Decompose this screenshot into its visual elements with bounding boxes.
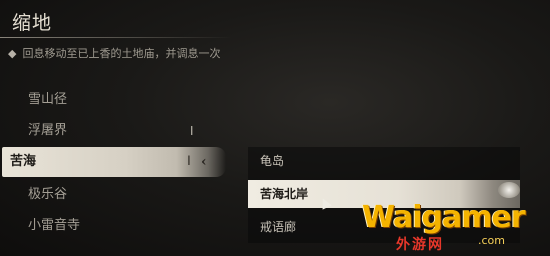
watermark-logo: Waigamer [362,200,526,235]
location-item-jileigu[interactable]: 极乐谷 [0,180,67,210]
sub-location-label: 戒语廊 [260,220,297,234]
hint-text-row: ◆ 回息移动至已上香的土地庙，并调息一次 [8,45,220,61]
ink-brush-icon [498,182,520,198]
location-item-xiaoleiyinsi[interactable]: 小雷音寺 [0,211,80,241]
sub-location-item-guidao[interactable]: 龟岛 [248,147,520,175]
watermark-cn-text: 外游网 [396,237,444,253]
watermark-logo-text: Waigamer [362,200,526,235]
location-item-futujie[interactable]: 浮屠界 [0,116,67,146]
watermark-suffix-text: .com [478,234,505,247]
sub-location-label: 龟岛 [260,154,285,168]
title-divider [0,37,232,38]
hint-text: 回息移动至已上香的土地庙，并调息一次 [22,47,221,60]
progress-tick: ǀ [190,124,194,138]
progress-tick: ǀ [187,154,191,169]
location-label: 小雷音寺 [28,218,81,233]
location-label: 雪山径 [28,92,68,107]
diamond-bullet-icon: ◆ [8,47,17,60]
location-item-xueshanjing[interactable]: 雪山径 [0,85,67,115]
location-label: 苦海 [10,154,37,169]
chevron-left-icon: ‹ [201,154,207,170]
location-item-kuhai[interactable]: 苦海 ǀ ‹ [2,147,226,177]
page-title: 缩地 [12,12,53,34]
location-label: 极乐谷 [28,187,68,202]
location-label: 浮屠界 [28,123,68,138]
sub-location-label: 苦海北岸 [260,187,309,201]
